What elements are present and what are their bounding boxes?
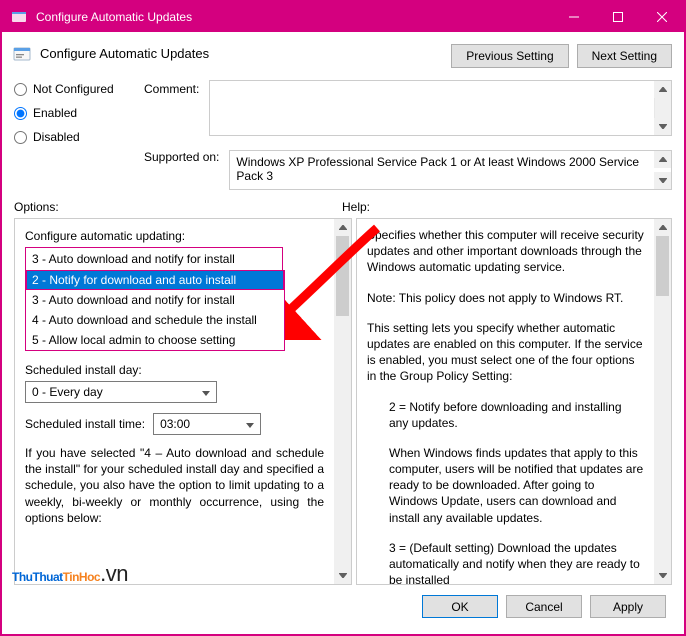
page-title: Configure Automatic Updates [40, 44, 443, 61]
apply-button[interactable]: Apply [590, 595, 666, 618]
scroll-down-icon[interactable] [654, 567, 671, 584]
help-text: When Windows finds updates that apply to… [367, 445, 644, 526]
options-pane: Configure automatic updating: 3 - Auto d… [14, 218, 352, 585]
radio-not-configured[interactable]: Not Configured [14, 82, 134, 96]
sched-day-combo[interactable]: 0 - Every day [25, 381, 217, 403]
titlebar: Configure Automatic Updates [2, 2, 684, 32]
policy-icon [10, 8, 28, 26]
cfg-updating-dropdown[interactable]: 3 - Auto download and notify for install… [25, 247, 283, 271]
close-button[interactable] [640, 2, 684, 32]
dropdown-option[interactable]: 5 - Allow local admin to choose setting [26, 330, 284, 350]
options-blurb: If you have selected "4 – Auto download … [25, 445, 324, 526]
scroll-up-icon[interactable] [654, 81, 671, 98]
help-text: Note: This policy does not apply to Wind… [367, 290, 644, 306]
dialog-button-row: OK Cancel Apply [10, 585, 676, 626]
chevron-down-icon [202, 385, 212, 399]
comment-textarea[interactable] [209, 80, 672, 136]
dropdown-option[interactable]: 4 - Auto download and schedule the insta… [26, 310, 284, 330]
radio-disabled[interactable]: Disabled [14, 130, 134, 144]
help-label: Help: [342, 200, 672, 214]
help-text: 3 = (Default setting) Download the updat… [367, 540, 644, 584]
ok-button[interactable]: OK [422, 595, 498, 618]
comment-label: Comment: [144, 82, 199, 96]
maximize-button[interactable] [596, 2, 640, 32]
dropdown-option[interactable]: 3 - Auto download and notify for install [26, 290, 284, 310]
cfg-updating-label: Configure automatic updating: [25, 229, 324, 243]
sched-time-label: Scheduled install time: [25, 417, 145, 431]
help-pane: Specifies whether this computer will rec… [356, 218, 672, 585]
scroll-down-icon [654, 172, 671, 189]
scrollbar-thumb[interactable] [656, 236, 669, 296]
cfg-updating-selected: 3 - Auto download and notify for install [26, 248, 282, 270]
scroll-up-icon[interactable] [654, 219, 671, 236]
previous-setting-button[interactable]: Previous Setting [451, 44, 568, 68]
next-setting-button[interactable]: Next Setting [577, 44, 672, 68]
supported-on-label: Supported on: [144, 150, 219, 164]
radio-enabled[interactable]: Enabled [14, 106, 134, 120]
options-label: Options: [14, 200, 342, 214]
minimize-button[interactable] [552, 2, 596, 32]
sched-time-combo[interactable]: 03:00 [153, 413, 261, 435]
window-title: Configure Automatic Updates [36, 10, 552, 24]
options-scrollbar[interactable] [334, 219, 351, 584]
watermark: ThuThuatTinHoc.vn [12, 557, 128, 588]
sched-day-label: Scheduled install day: [25, 363, 324, 377]
cfg-updating-list: 2 - Notify for download and auto install… [25, 270, 285, 351]
help-text: Specifies whether this computer will rec… [367, 227, 644, 276]
supported-on-box: Windows XP Professional Service Pack 1 o… [229, 150, 672, 190]
help-scrollbar[interactable] [654, 219, 671, 584]
scroll-down-icon[interactable] [334, 567, 351, 584]
cancel-button[interactable]: Cancel [506, 595, 582, 618]
dropdown-option[interactable]: 2 - Notify for download and auto install [26, 270, 284, 290]
sched-time-value: 03:00 [160, 417, 190, 431]
scrollbar-thumb[interactable] [336, 236, 349, 316]
chevron-down-icon [246, 417, 256, 431]
header-row: Configure Automatic Updates Previous Set… [10, 40, 676, 80]
scroll-up-icon [654, 151, 671, 168]
scroll-down-icon[interactable] [654, 118, 671, 135]
scroll-up-icon[interactable] [334, 219, 351, 236]
policy-item-icon [12, 44, 32, 64]
help-text: This setting lets you specify whether au… [367, 320, 644, 385]
help-text: 2 = Notify before downloading and instal… [367, 399, 644, 431]
supported-on-text: Windows XP Professional Service Pack 1 o… [236, 155, 639, 183]
sched-day-value: 0 - Every day [32, 385, 103, 399]
